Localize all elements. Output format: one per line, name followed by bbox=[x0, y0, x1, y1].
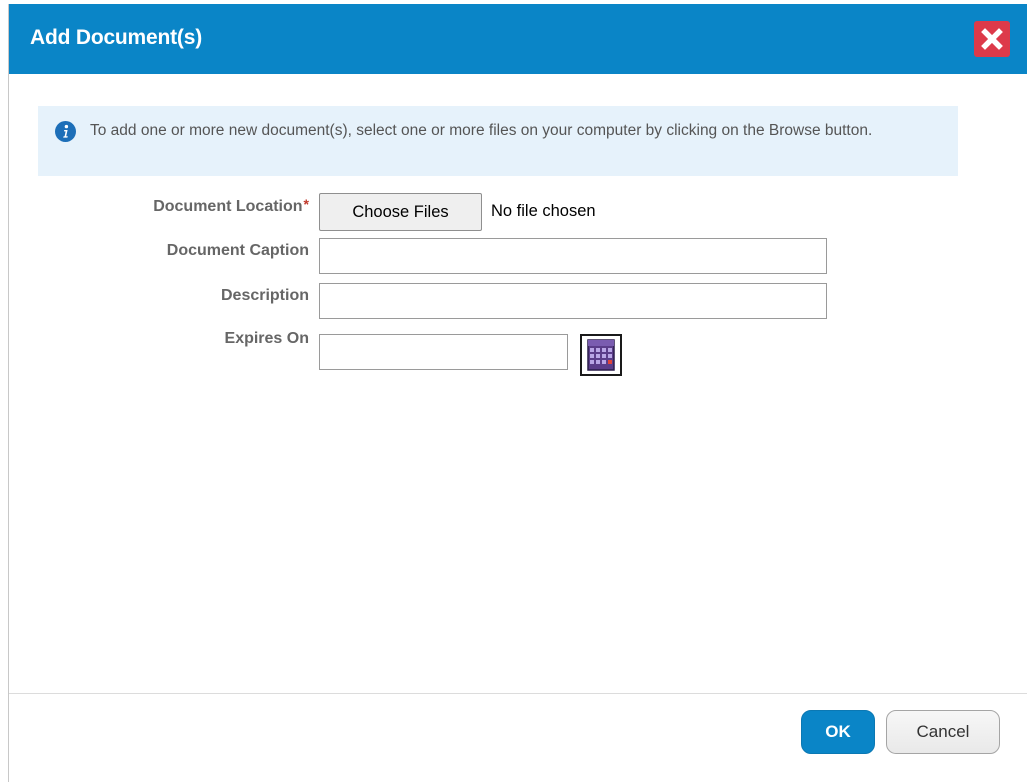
document-location-label-text: Document Location bbox=[153, 198, 303, 215]
ok-button[interactable]: OK bbox=[801, 710, 875, 754]
dialog-title: Add Document(s) bbox=[30, 26, 202, 49]
dialog-header: Add Document(s) bbox=[9, 4, 1027, 74]
choose-files-button[interactable]: Choose Files bbox=[319, 193, 482, 231]
info-icon bbox=[55, 121, 76, 142]
calendar-icon[interactable] bbox=[580, 334, 622, 376]
info-message: To add one or more new document(s), sele… bbox=[38, 106, 958, 176]
close-x-icon bbox=[981, 28, 1003, 50]
expires-on-input[interactable] bbox=[319, 334, 568, 370]
cancel-button[interactable]: Cancel bbox=[886, 710, 1000, 754]
file-status-text: No file chosen bbox=[491, 202, 596, 220]
document-caption-label: Document Caption bbox=[166, 242, 309, 259]
add-document-dialog: Add Document(s) To add one or more new d… bbox=[8, 4, 1027, 782]
description-label: Description bbox=[220, 287, 309, 304]
document-location-label: Document Location* bbox=[9, 196, 309, 216]
info-text: To add one or more new document(s), sele… bbox=[90, 122, 873, 139]
expires-on-label: Expires On bbox=[224, 330, 309, 347]
close-button[interactable] bbox=[974, 21, 1010, 57]
footer-divider bbox=[9, 693, 1027, 694]
document-caption-input[interactable] bbox=[319, 238, 827, 274]
description-input[interactable] bbox=[319, 283, 827, 319]
required-marker: * bbox=[303, 196, 309, 212]
